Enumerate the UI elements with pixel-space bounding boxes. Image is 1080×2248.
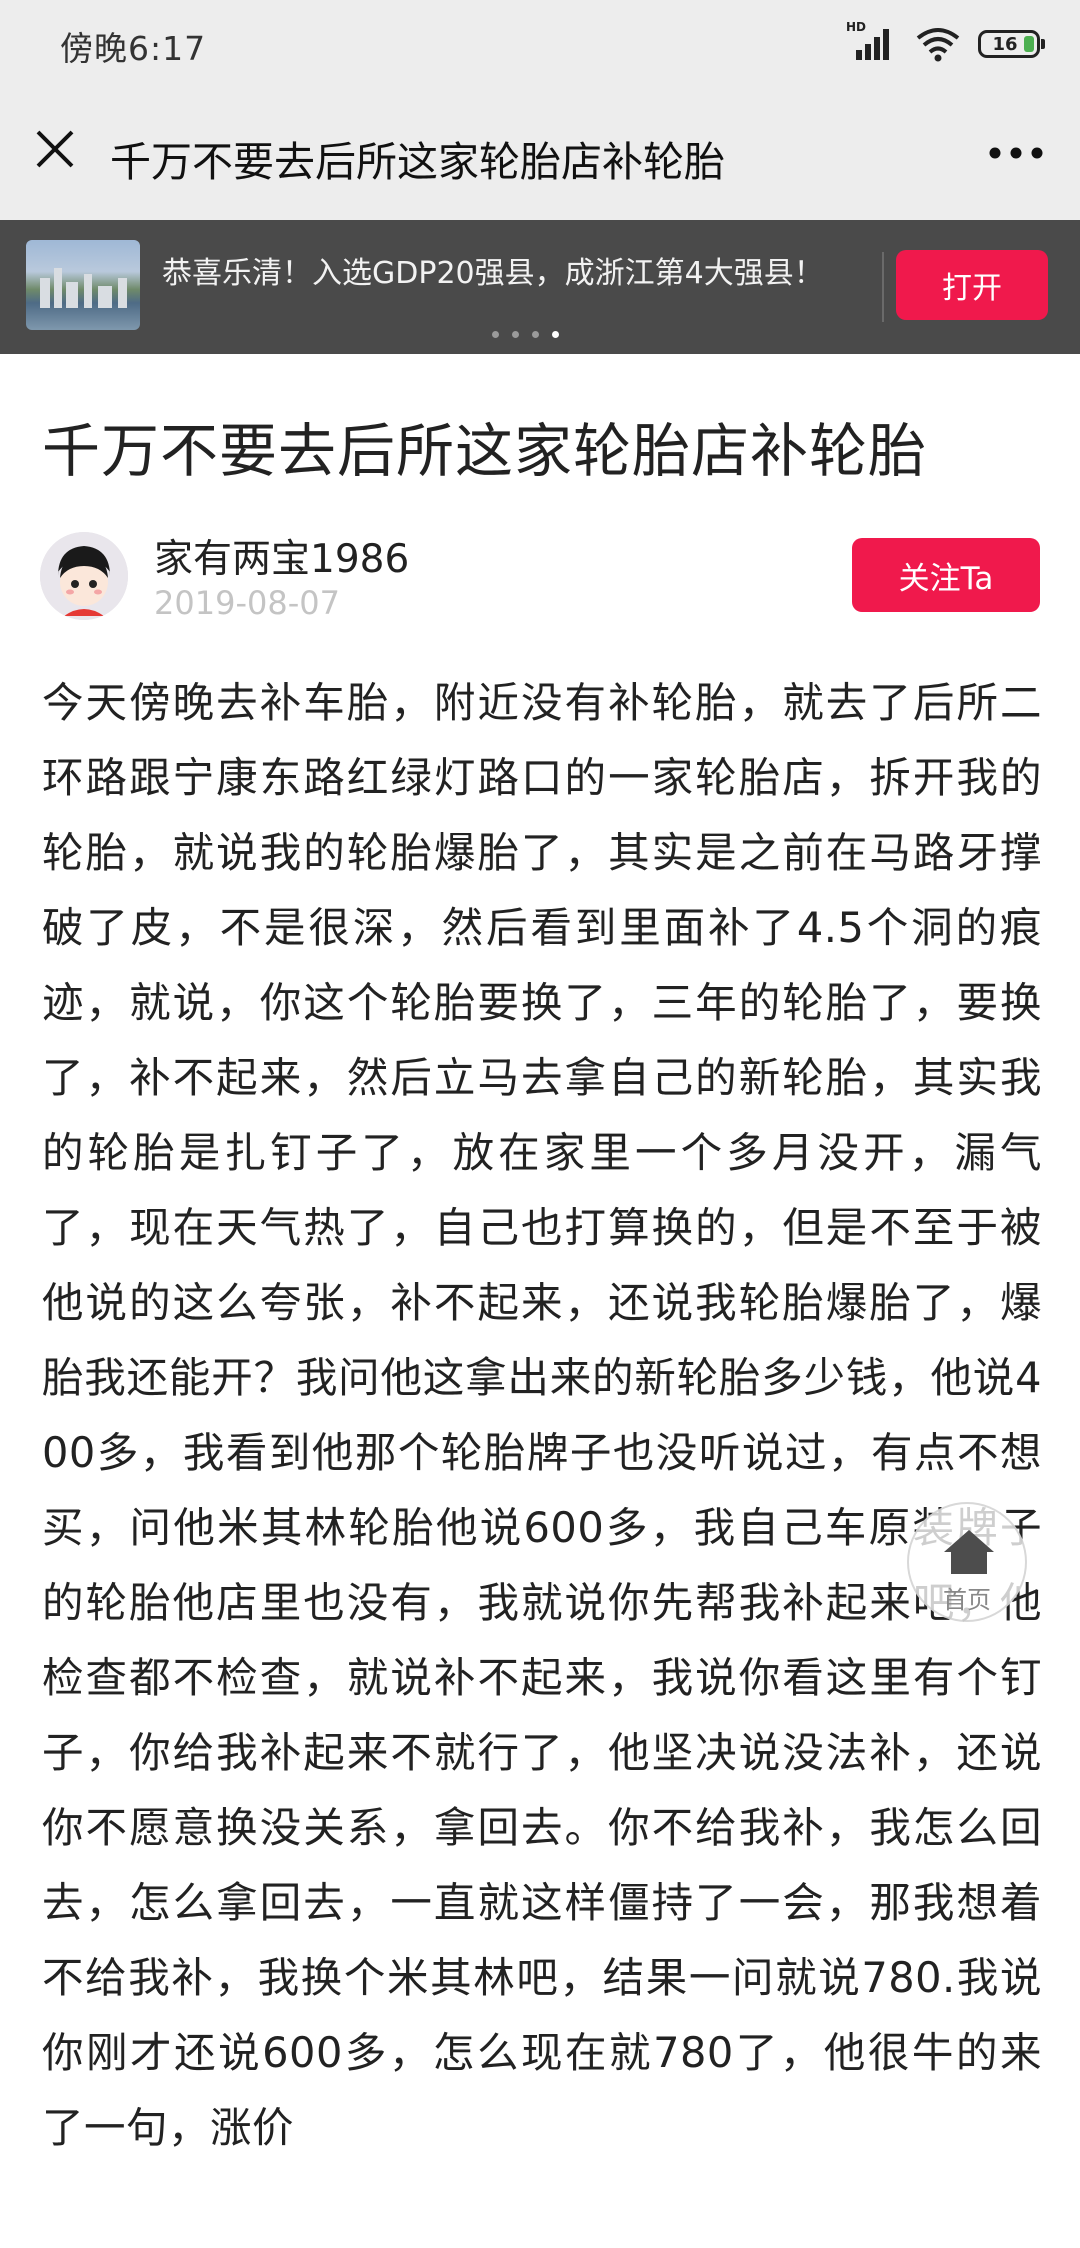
carousel-dot <box>492 331 499 338</box>
signal-icon: HD <box>846 20 898 64</box>
carousel-dot <box>532 331 539 338</box>
author-name[interactable]: 家有两宝1986 <box>154 528 409 584</box>
more-icon[interactable] <box>986 138 1046 168</box>
network-badge: HD <box>846 20 867 34</box>
article-body: 今天傍晚去补车胎，附近没有补轮胎，就去了后所二环路跟宁康东路红绿灯路口的一家轮胎… <box>42 678 1042 2152</box>
carousel-dot-active <box>552 331 559 338</box>
home-label: 首页 <box>943 1586 991 1614</box>
battery-icon: 16 <box>978 30 1045 58</box>
status-icons: HD 16 <box>846 20 1045 66</box>
banner-headline[interactable]: 恭喜乐清！入选GDP20强县，成浙江第4大强县！ <box>162 248 824 292</box>
app-bar-title: 千万不要去后所这家轮胎店补轮胎 <box>110 138 725 186</box>
publish-date: 2019-08-07 <box>154 584 340 622</box>
banner-thumbnail <box>26 240 140 330</box>
status-time: 傍晚6:17 <box>60 29 207 68</box>
article-title: 千万不要去后所这家轮胎店补轮胎 <box>42 417 928 485</box>
wifi-icon <box>916 28 960 62</box>
open-button[interactable]: 打开 <box>896 250 1048 320</box>
home-button[interactable]: 首页 <box>907 1502 1027 1622</box>
battery-level: 16 <box>992 33 1018 55</box>
promo-banner[interactable]: 恭喜乐清！入选GDP20强县，成浙江第4大强县！ 打开 <box>0 220 1080 354</box>
carousel-dot <box>512 331 519 338</box>
home-icon <box>944 1530 994 1574</box>
follow-button[interactable]: 关注Ta <box>852 538 1040 612</box>
status-bar: 傍晚6:17 HD 16 <box>0 0 1080 88</box>
app-bar: 千万不要去后所这家轮胎店补轮胎 <box>0 88 1080 220</box>
banner-divider <box>882 252 884 322</box>
avatar[interactable] <box>40 532 128 620</box>
close-icon[interactable] <box>28 122 82 176</box>
